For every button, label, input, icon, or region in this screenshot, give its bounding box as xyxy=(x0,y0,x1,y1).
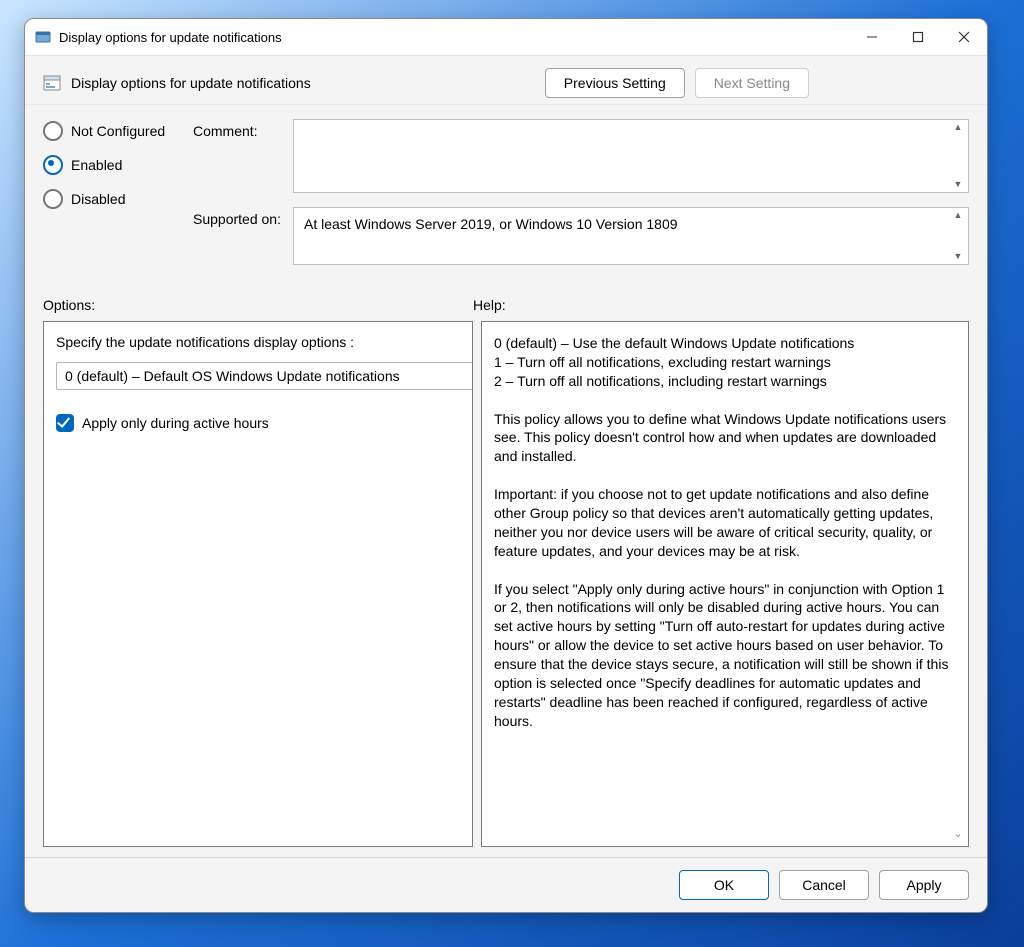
help-panel: 0 (default) – Use the default Windows Up… xyxy=(481,321,969,847)
state-radio-group: Not Configured Enabled Disabled xyxy=(43,119,193,209)
previous-setting-button[interactable]: Previous Setting xyxy=(545,68,685,98)
nav-buttons: Previous Setting Next Setting xyxy=(545,68,809,98)
help-text: 0 (default) – Use the default Windows Up… xyxy=(494,335,952,729)
cancel-button[interactable]: Cancel xyxy=(779,870,869,900)
panels: Specify the update notifications display… xyxy=(43,321,969,857)
help-scroll-down-icon[interactable]: ⌄ xyxy=(950,827,966,842)
app-icon xyxy=(35,29,51,45)
active-hours-checkbox[interactable]: Apply only during active hours xyxy=(56,414,460,432)
radio-disabled[interactable]: Disabled xyxy=(43,189,193,209)
comment-input[interactable]: ▲▼ xyxy=(293,119,969,193)
section-headers: Options: Help: xyxy=(43,279,969,321)
radio-label: Not Configured xyxy=(71,123,165,139)
titlebar: Display options for update notifications xyxy=(25,19,987,56)
options-heading: Options: xyxy=(43,297,473,313)
dialog-footer: OK Cancel Apply xyxy=(25,857,987,912)
help-heading: Help: xyxy=(473,297,969,313)
comment-label: Comment: xyxy=(193,119,293,139)
policy-title: Display options for update notifications xyxy=(71,75,545,91)
ok-button[interactable]: OK xyxy=(679,870,769,900)
radio-icon xyxy=(43,121,63,141)
radio-icon xyxy=(43,155,63,175)
dialog-header: Display options for update notifications… xyxy=(25,56,987,105)
radio-label: Enabled xyxy=(71,157,122,173)
close-button[interactable] xyxy=(941,19,987,55)
dialog-body: Not Configured Enabled Disabled Comment:… xyxy=(25,105,987,857)
supported-scroll[interactable]: ▲▼ xyxy=(949,209,967,263)
supported-on-value: At least Windows Server 2019, or Windows… xyxy=(304,216,678,232)
supported-on-box: At least Windows Server 2019, or Windows… xyxy=(293,207,969,265)
checkbox-label: Apply only during active hours xyxy=(82,415,269,431)
minimize-button[interactable] xyxy=(849,19,895,55)
notifications-dropdown[interactable]: 0 (default) – Default OS Windows Update … xyxy=(56,362,473,390)
window-title: Display options for update notifications xyxy=(59,30,849,45)
checkbox-icon xyxy=(56,414,74,432)
radio-label: Disabled xyxy=(71,191,125,207)
options-panel: Specify the update notifications display… xyxy=(43,321,473,847)
apply-button[interactable]: Apply xyxy=(879,870,969,900)
radio-icon xyxy=(43,189,63,209)
dialog-window: Display options for update notifications… xyxy=(24,18,988,913)
next-setting-button[interactable]: Next Setting xyxy=(695,68,809,98)
comment-scroll[interactable]: ▲▼ xyxy=(949,121,967,191)
state-and-fields: Not Configured Enabled Disabled Comment:… xyxy=(43,119,969,279)
radio-not-configured[interactable]: Not Configured xyxy=(43,121,193,141)
dropdown-value: 0 (default) – Default OS Windows Update … xyxy=(65,368,400,384)
supported-on-label: Supported on: xyxy=(193,207,293,227)
policy-icon xyxy=(43,74,61,92)
dropdown-label: Specify the update notifications display… xyxy=(56,334,460,350)
maximize-button[interactable] xyxy=(895,19,941,55)
radio-enabled[interactable]: Enabled xyxy=(43,155,193,175)
